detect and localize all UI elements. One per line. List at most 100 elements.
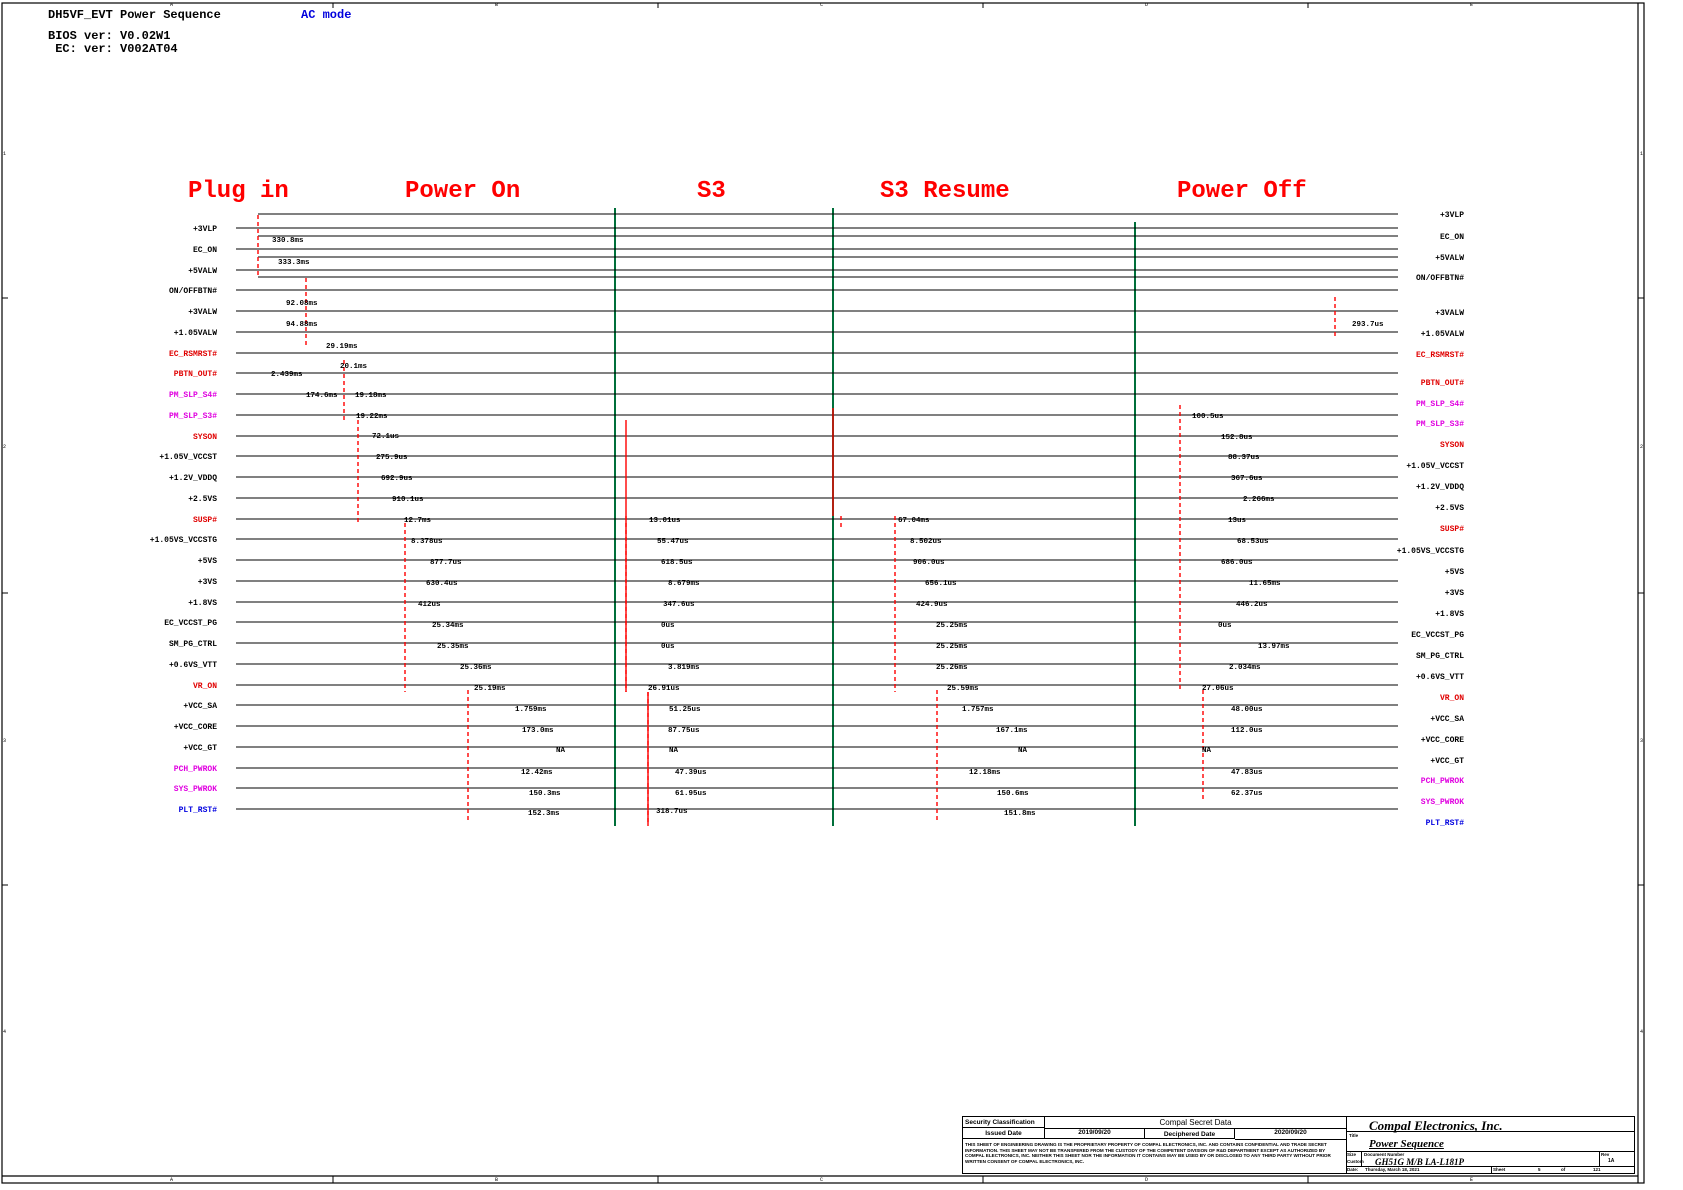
signal-name-right: +2.5VS: [1435, 504, 1464, 513]
signal-name-left: +VCC_GT: [183, 744, 217, 753]
signal-name-left: +5VS: [198, 557, 217, 566]
signal-name-right: EC_RSMRST#: [1416, 351, 1464, 360]
signal-name-right: PM_SLP_S4#: [1416, 400, 1464, 409]
timing-label: 446.2us: [1236, 601, 1268, 609]
signal-name-left: SUSP#: [193, 516, 217, 525]
phase-title: S3 Resume: [880, 178, 1010, 205]
timing-label: 92.08ms: [286, 300, 318, 308]
signal-name-right: +VCC_SA: [1430, 715, 1464, 724]
border-row-number: 1: [3, 151, 6, 157]
signal-name-right: SYS_PWROK: [1421, 798, 1464, 807]
timing-label: 94.88ms: [286, 321, 318, 329]
timing-label: 47.83us: [1231, 769, 1263, 777]
size-value: Custom: [1347, 1159, 1364, 1164]
timing-label: 150.6ms: [997, 790, 1029, 798]
signal-name-left: SYS_PWROK: [174, 785, 217, 794]
border-row-number: 1: [1640, 151, 1643, 157]
signal-name-right: SYSON: [1440, 441, 1464, 450]
timing-label: 25.25ms: [936, 643, 968, 651]
deciphered-label: Deciphered Date: [1145, 1128, 1235, 1139]
signal-name-right: SM_PG_CTRL: [1416, 652, 1464, 661]
border-row-number: 3: [3, 738, 6, 744]
border-col-letter: B: [495, 2, 498, 8]
right-signal-names: +3VLP EC_ON +5VALW ON/OFFBTN# +3VALW +1.05VAL…: [1397, 211, 1464, 828]
signal-name-right: PM_SLP_S3#: [1416, 420, 1464, 429]
timing-label: 686.0us: [1221, 559, 1253, 567]
timing-label: 20.1ms: [340, 363, 368, 371]
signal-name-right: +5VS: [1445, 568, 1464, 577]
bios-version: BIOS ver: V0.02W1: [48, 29, 171, 43]
signal-lines: [236, 213, 1398, 810]
border-col-letter: B: [495, 1177, 498, 1183]
timing-label: 100.5us: [1192, 413, 1224, 421]
border-row-number: 3: [1640, 738, 1643, 744]
signal-name-left: EC_ON: [193, 246, 217, 255]
timing-label: 906.0us: [913, 559, 945, 567]
mode-label: AC mode: [301, 8, 352, 22]
border-col-letter: D: [1145, 2, 1148, 8]
timing-label: 12.18ms: [969, 769, 1001, 777]
timing-label: 8.679ms: [668, 580, 700, 588]
timing-label: 25.25ms: [936, 622, 968, 630]
left-signal-names: +3VLP EC_ON +5VALW ON/OFFBTN# +3VALW +1.05VAL…: [150, 225, 217, 815]
timing-label: 0us: [661, 643, 675, 651]
timing-label: 618.5us: [661, 559, 693, 567]
border-col-letter: E: [1470, 1177, 1473, 1183]
timing-label: 25.26ms: [936, 664, 968, 672]
timing-label: 318.7us: [656, 808, 688, 816]
border-row-number: 4: [3, 1029, 6, 1035]
phase-title: Plug in: [188, 178, 289, 205]
timing-label: 19.18ms: [355, 392, 387, 400]
signal-name-right: +1.05V_VCCST: [1406, 462, 1464, 471]
timing-label: 29.19ms: [326, 343, 358, 351]
signal-name-left: +1.05V_VCCST: [159, 453, 217, 462]
phase-title: S3: [697, 178, 726, 205]
timing-label: 630.4us: [426, 580, 458, 588]
timing-label: 112.0us: [1231, 727, 1263, 735]
signal-name-right: PCH_PWROK: [1421, 777, 1464, 786]
timing-label: 55.47us: [657, 538, 689, 546]
timing-label: 8.502us: [910, 538, 942, 546]
timing-label: 2.439ms: [271, 371, 303, 379]
signal-name-left: EC_RSMRST#: [169, 350, 217, 359]
signal-name-left: +2.5VS: [188, 495, 217, 504]
rev-label: Rev: [1601, 1152, 1610, 1157]
signal-name-right: EC_VCCST_PG: [1411, 631, 1464, 640]
date-value: Thursday, March 18, 2021: [1365, 1167, 1420, 1172]
timing-label: 173.0ms: [522, 727, 554, 735]
signal-name-left: +3VALW: [188, 308, 217, 317]
timing-label: 68.53us: [1237, 538, 1269, 546]
timing-label: 67.04ms: [898, 517, 930, 525]
timing-label: 275.9us: [376, 454, 408, 462]
timing-label: 88.37us: [1228, 454, 1260, 462]
timing-label: 72.1us: [372, 433, 400, 441]
timing-label: 87.75us: [668, 727, 700, 735]
border-col-letter: C: [820, 1177, 823, 1183]
signal-name-right: VR_ON: [1440, 694, 1464, 703]
timing-label: 47.39us: [675, 769, 707, 777]
signal-name-right: PBTN_OUT#: [1421, 379, 1464, 388]
timing-label: 152.3ms: [528, 810, 560, 818]
phase-titles: Plug in Power On S3 S3 Resume Power Off: [188, 178, 1307, 205]
signal-name-left: +5VALW: [188, 267, 217, 276]
timing-label: 150.3ms: [529, 790, 561, 798]
timing-label: 51.25us: [669, 706, 701, 714]
signal-name-right: +3VLP: [1440, 211, 1464, 220]
signal-name-right: +1.05VS_VCCSTG: [1397, 547, 1464, 556]
timing-label: 910.1us: [392, 496, 424, 504]
timing-label: 293.7us: [1352, 321, 1384, 329]
timing-label: 692.9us: [381, 475, 413, 483]
timing-label: 25.36ms: [460, 664, 492, 672]
signal-name-right: EC_ON: [1440, 233, 1464, 242]
security-label: Security Classification: [963, 1117, 1045, 1128]
timing-label: 152.8us: [1221, 434, 1253, 442]
timing-label: 48.00us: [1231, 706, 1263, 714]
signal-name-right: +VCC_GT: [1430, 757, 1464, 766]
sheet-label: Sheet: [1493, 1167, 1506, 1172]
timing-label: 25.59ms: [947, 685, 979, 693]
title-label: Title: [1349, 1133, 1359, 1138]
timing-label: 0us: [661, 622, 675, 630]
size-label: Size: [1347, 1152, 1357, 1157]
timing-label: 0us: [1218, 622, 1232, 630]
border-row-number: 2: [1640, 444, 1643, 450]
